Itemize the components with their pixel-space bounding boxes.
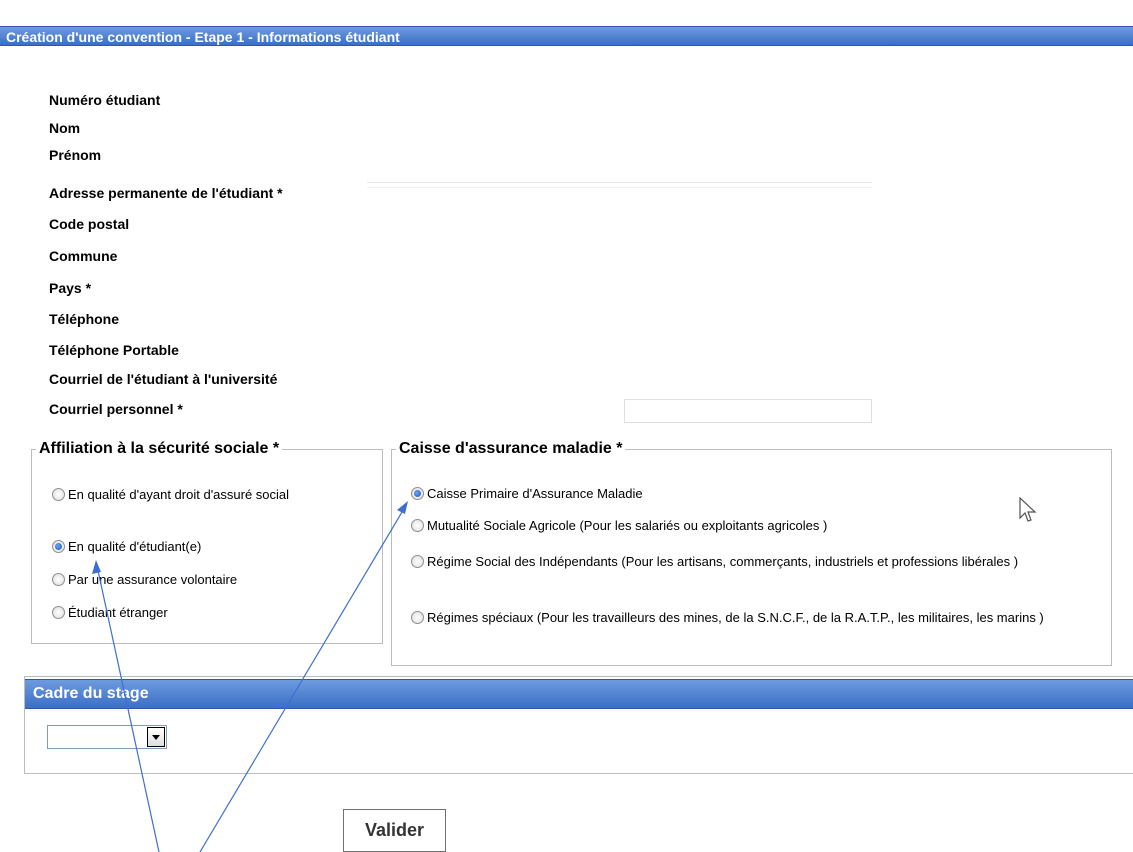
radio-option-assurance-volontaire[interactable]: Par une assurance volontaire: [52, 571, 237, 589]
personal-email-input[interactable]: [624, 399, 872, 423]
caisse-legend: Caisse d'assurance maladie *: [399, 440, 623, 457]
radio-option-regimes-speciaux[interactable]: Régimes spéciaux (Pour les travailleurs …: [411, 609, 1081, 627]
radio-icon[interactable]: [52, 488, 65, 501]
label-numero-etudiant: Numéro étudiant: [49, 92, 161, 108]
option-label: Étudiant étranger: [68, 605, 168, 620]
address-input[interactable]: [367, 182, 872, 188]
option-label: En qualité d'ayant droit d'assuré social: [68, 487, 290, 502]
radio-icon[interactable]: [52, 606, 65, 619]
radio-icon[interactable]: [411, 487, 424, 500]
option-label: Mutualité Sociale Agricole (Pour les sal…: [427, 518, 828, 533]
option-label: Caisse Primaire d'Assurance Maladie: [427, 486, 643, 501]
affiliation-legend: Affiliation à la sécurité sociale *: [39, 440, 280, 457]
option-label: Régime Social des Indépendants (Pour les…: [427, 554, 1019, 569]
page-title: Création d'une convention - Etape 1 - In…: [6, 29, 400, 45]
cadre-section-title: Cadre du stage: [25, 679, 1133, 709]
label-courriel-personnel: Courriel personnel *: [49, 401, 183, 417]
radio-icon[interactable]: [411, 611, 424, 624]
radio-option-ayant-droit[interactable]: En qualité d'ayant droit d'assuré social: [52, 486, 332, 504]
cadre-section: Cadre du stage: [24, 676, 1133, 774]
submit-button[interactable]: Valider: [343, 809, 446, 852]
radio-option-msa[interactable]: Mutualité Sociale Agricole (Pour les sal…: [411, 517, 827, 535]
label-telephone: Téléphone: [49, 311, 120, 327]
option-label: Par une assurance volontaire: [68, 572, 238, 587]
mouse-cursor-icon: [1019, 497, 1037, 522]
dropdown-arrow-icon[interactable]: [147, 727, 165, 747]
label-adresse: Adresse permanente de l'étudiant *: [49, 185, 283, 201]
label-code-postal: Code postal: [49, 216, 130, 232]
radio-icon[interactable]: [411, 519, 424, 532]
label-telephone-portable: Téléphone Portable: [49, 342, 179, 358]
cadre-title: Cadre du stage: [33, 685, 149, 702]
top-strip: [0, 0, 1133, 26]
radio-icon[interactable]: [411, 555, 424, 568]
radio-option-cpam[interactable]: Caisse Primaire d'Assurance Maladie: [411, 485, 643, 503]
option-label: Régimes spéciaux (Pour les travailleurs …: [427, 610, 1044, 625]
page-title-bar: Création d'une convention - Etape 1 - In…: [0, 26, 1133, 46]
label-prenom: Prénom: [49, 147, 102, 163]
radio-option-etudiant[interactable]: En qualité d'étudiant(e): [52, 538, 201, 556]
label-pays: Pays *: [49, 280, 92, 296]
radio-icon[interactable]: [52, 540, 65, 553]
cadre-select[interactable]: [47, 725, 167, 749]
radio-option-etudiant-etranger[interactable]: Étudiant étranger: [52, 604, 168, 622]
label-courriel-universite: Courriel de l'étudiant à l'université: [49, 371, 278, 387]
option-label: En qualité d'étudiant(e): [68, 539, 202, 554]
label-commune: Commune: [49, 248, 118, 264]
radio-icon[interactable]: [52, 573, 65, 586]
label-nom: Nom: [49, 120, 81, 136]
radio-option-rsi[interactable]: Régime Social des Indépendants (Pour les…: [411, 553, 1071, 571]
